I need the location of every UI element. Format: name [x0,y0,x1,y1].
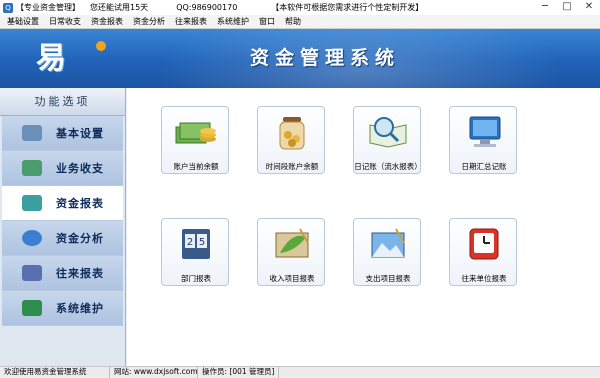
status-website: 网站: www.dxjsoft.com [110,366,198,378]
main-panel: 账户当前余额 时间段账户余额 日记账（流水报表） 日期汇总记账 2 5 部门报表… [127,88,600,366]
qq-text: QQ:986900170 [176,3,238,12]
app-icon: Q [3,2,13,13]
network-icon [22,300,42,316]
computer-icon [469,116,501,147]
app-title: 资金管理系统 [250,47,401,69]
svg-text:5: 5 [199,237,205,248]
status-operator: 操作员: [001 管理员] [198,366,280,378]
menu-daily-income[interactable]: 日常收支 [44,16,86,27]
sidebar-item-system-maintenance[interactable]: 系统维护 [2,291,123,326]
tile-label: 时间段账户余额 [265,162,319,171]
function-sidebar: 功能选项 基本设置 业务收支 资金报表 资金分析 往来报表 系统维护 [0,88,126,366]
minimize-button[interactable]: ─ [534,0,556,15]
menu-fund-reports[interactable]: 资金报表 [86,16,128,27]
tile-department-report[interactable]: 2 5 部门报表 [161,218,229,286]
menu-help[interactable]: 帮助 [280,16,306,27]
tile-account-balance[interactable]: 账户当前余额 [161,106,229,174]
sidebar-item-label: 业务收支 [56,162,104,175]
menu-contact-reports[interactable]: 往来报表 [170,16,212,27]
book-icon [22,195,42,211]
trial-text: 您还能试用15天 [90,3,149,12]
menu-system-maintenance[interactable]: 系统维护 [212,16,254,27]
sidebar-item-fund-reports[interactable]: 资金报表 [2,186,123,221]
sidebar-item-label: 系统维护 [56,302,104,315]
stack-icon [22,160,42,176]
tile-expense-report[interactable]: 支出项目报表 [353,218,421,286]
app-name: 【专业资金管理】 [16,3,80,12]
custom-text: 【本软件可根据您需求进行个性定制开发】 [271,3,424,12]
tile-label: 部门报表 [181,274,211,283]
status-bar: 欢迎使用易资金管理系统 网站: www.dxjsoft.com 操作员: [00… [0,366,600,378]
coin-jar-icon [279,117,305,150]
window-controls: ─ □ ✕ [534,0,600,15]
sidebar-item-label: 基本设置 [56,127,104,140]
status-welcome: 欢迎使用易资金管理系统 [0,366,110,378]
tile-income-report[interactable]: 收入项目报表 [257,218,325,286]
title-bar: Q 【专业资金管理】 您还能试用15天 QQ:986900170 【本软件可根据… [0,0,600,15]
tile-label: 往来单位报表 [461,274,507,283]
menu-fund-analysis[interactable]: 资金分析 [128,16,170,27]
people-icon [22,265,42,281]
landscape-icon [371,228,405,258]
sidebar-item-label: 往来报表 [56,267,104,280]
logo: 易 [36,35,116,83]
tile-period-balance[interactable]: 时间段账户余额 [257,106,325,174]
close-button[interactable]: ✕ [578,0,600,15]
header-banner: 易 资金管理系统 [0,29,600,88]
tile-date-summary[interactable]: 日期汇总记账 [449,106,517,174]
maximize-button[interactable]: □ [556,0,578,15]
globe-icon [22,230,42,246]
gear-icon [22,125,42,141]
tile-journal[interactable]: 日记账（流水报表） [353,106,422,174]
sidebar-item-contact-reports[interactable]: 往来报表 [2,256,123,291]
calendar-icon: 2 5 [182,229,210,259]
sidebar-item-business[interactable]: 业务收支 [2,151,123,186]
money-icon [175,122,216,144]
menu-bar: 基础设置 日常收支 资金报表 资金分析 往来报表 系统维护 窗口 帮助 [0,15,600,29]
sidebar-item-basic-settings[interactable]: 基本设置 [2,116,123,151]
tile-label: 日记账（流水报表） [354,162,422,171]
tile-contact-report[interactable]: 往来单位报表 [449,218,517,286]
tile-label: 收入项目报表 [269,274,315,283]
sidebar-item-fund-analysis[interactable]: 资金分析 [2,221,123,256]
sidebar-header: 功能选项 [0,88,125,116]
menu-window[interactable]: 窗口 [254,16,280,27]
tile-label: 支出项目报表 [365,274,411,283]
sidebar-item-label: 资金分析 [56,232,104,245]
menu-basic-settings[interactable]: 基础设置 [2,16,44,27]
tile-label: 账户当前余额 [173,162,219,171]
svg-text:2: 2 [187,237,193,248]
leaf-board-icon [275,228,309,258]
clock-icon [469,228,499,260]
tile-label: 日期汇总记账 [461,162,507,171]
magnifier-book-icon [369,117,407,148]
sidebar-item-label: 资金报表 [56,197,104,210]
